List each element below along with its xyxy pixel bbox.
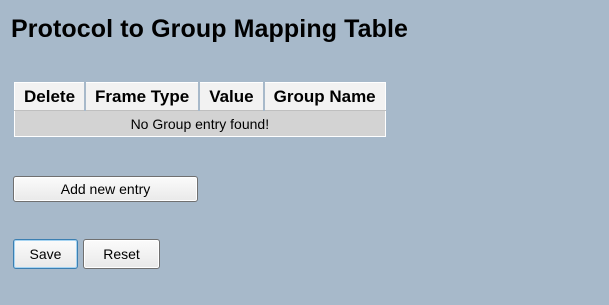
column-header-value: Value xyxy=(199,82,265,111)
column-header-delete: Delete xyxy=(14,82,87,111)
add-new-entry-button[interactable]: Add new entry xyxy=(13,176,198,202)
column-header-frame-type: Frame Type xyxy=(85,82,201,111)
empty-table-message: No Group entry found! xyxy=(14,110,386,137)
protocol-group-mapping-page: { "page": { "title": "Protocol to Group … xyxy=(0,0,609,305)
table-row-empty: No Group entry found! xyxy=(14,110,386,137)
protocol-group-mapping-table: Delete Frame Type Value Group Name No Gr… xyxy=(14,82,386,137)
page-title: Protocol to Group Mapping Table xyxy=(11,15,409,43)
save-button[interactable]: Save xyxy=(13,239,78,269)
reset-button[interactable]: Reset xyxy=(83,239,160,269)
column-header-group-name: Group Name xyxy=(263,82,386,111)
table-header-row: Delete Frame Type Value Group Name xyxy=(14,82,386,111)
